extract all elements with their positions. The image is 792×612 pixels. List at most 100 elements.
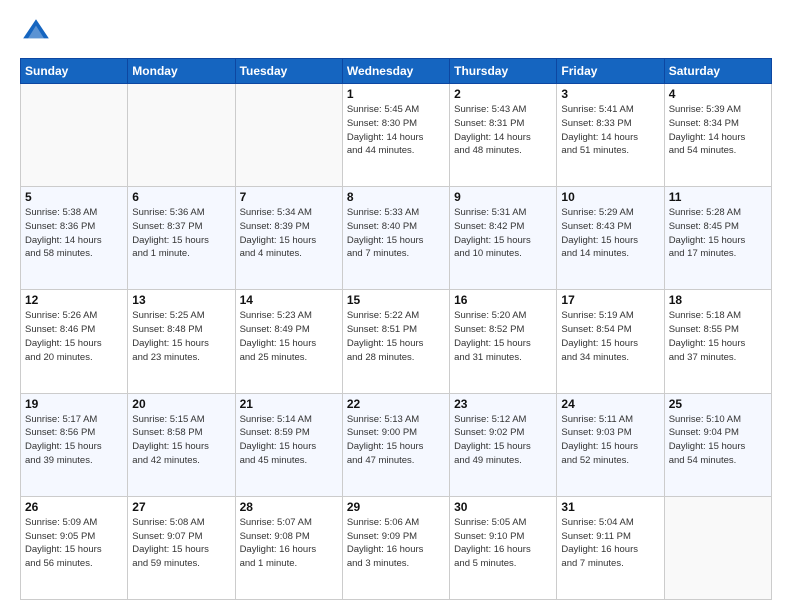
day-info: Sunrise: 5:29 AMSunset: 8:43 PMDaylight:… — [561, 206, 659, 261]
calendar-cell: 19 Sunrise: 5:17 AMSunset: 8:56 PMDayligh… — [21, 393, 128, 496]
day-info: Sunrise: 5:43 AMSunset: 8:31 PMDaylight:… — [454, 103, 552, 158]
day-number: 25 — [669, 397, 767, 411]
calendar-cell: 18 Sunrise: 5:18 AMSunset: 8:55 PMDayligh… — [664, 290, 771, 393]
calendar-cell: 30 Sunrise: 5:05 AMSunset: 9:10 PMDayligh… — [450, 496, 557, 599]
day-info: Sunrise: 5:33 AMSunset: 8:40 PMDaylight:… — [347, 206, 445, 261]
day-number: 24 — [561, 397, 659, 411]
day-number: 12 — [25, 293, 123, 307]
day-info: Sunrise: 5:38 AMSunset: 8:36 PMDaylight:… — [25, 206, 123, 261]
day-number: 13 — [132, 293, 230, 307]
day-info: Sunrise: 5:19 AMSunset: 8:54 PMDaylight:… — [561, 309, 659, 364]
day-number: 10 — [561, 190, 659, 204]
calendar-cell: 9Sunrise: 5:31 AMSunset: 8:42 PMDaylight… — [450, 187, 557, 290]
day-info: Sunrise: 5:06 AMSunset: 9:09 PMDaylight:… — [347, 516, 445, 571]
day-info: Sunrise: 5:18 AMSunset: 8:55 PMDaylight:… — [669, 309, 767, 364]
calendar-cell: 23Sunrise: 5:12 AMSunset: 9:02 PMDayligh… — [450, 393, 557, 496]
calendar-cell: 20Sunrise: 5:15 AMSunset: 8:58 PMDayligh… — [128, 393, 235, 496]
day-info: Sunrise: 5:20 AMSunset: 8:52 PMDaylight:… — [454, 309, 552, 364]
day-info: Sunrise: 5:05 AMSunset: 9:10 PMDaylight:… — [454, 516, 552, 571]
day-number: 6 — [132, 190, 230, 204]
calendar-cell — [235, 84, 342, 187]
day-info: Sunrise: 5:04 AMSunset: 9:11 PMDaylight:… — [561, 516, 659, 571]
day-header-wednesday: Wednesday — [342, 59, 449, 84]
day-info: Sunrise: 5:07 AMSunset: 9:08 PMDaylight:… — [240, 516, 338, 571]
calendar-table: SundayMondayTuesdayWednesdayThursdayFrid… — [20, 58, 772, 600]
day-info: Sunrise: 5:28 AMSunset: 8:45 PMDaylight:… — [669, 206, 767, 261]
calendar-cell: 7 Sunrise: 5:34 AMSunset: 8:39 PMDaylight… — [235, 187, 342, 290]
day-number: 16 — [454, 293, 552, 307]
day-number: 19 — [25, 397, 123, 411]
calendar-cell: 16 Sunrise: 5:20 AMSunset: 8:52 PMDayligh… — [450, 290, 557, 393]
day-number: 21 — [240, 397, 338, 411]
day-number: 30 — [454, 500, 552, 514]
calendar-cell: 1Sunrise: 5:45 AMSunset: 8:30 PMDaylight… — [342, 84, 449, 187]
day-number: 17 — [561, 293, 659, 307]
day-header-tuesday: Tuesday — [235, 59, 342, 84]
day-info: Sunrise: 5:45 AMSunset: 8:30 PMDaylight:… — [347, 103, 445, 158]
week-row-2: 5 Sunrise: 5:38 AMSunset: 8:36 PMDaylight… — [21, 187, 772, 290]
week-row-3: 12 Sunrise: 5:26 AMSunset: 8:46 PMDayligh… — [21, 290, 772, 393]
day-header-thursday: Thursday — [450, 59, 557, 84]
calendar-cell: 10 Sunrise: 5:29 AMSunset: 8:43 PMDayligh… — [557, 187, 664, 290]
calendar-cell: 21 Sunrise: 5:14 AMSunset: 8:59 PMDayligh… — [235, 393, 342, 496]
calendar-cell: 24Sunrise: 5:11 AMSunset: 9:03 PMDayligh… — [557, 393, 664, 496]
logo-icon — [20, 16, 52, 48]
day-info: Sunrise: 5:26 AMSunset: 8:46 PMDaylight:… — [25, 309, 123, 364]
day-number: 14 — [240, 293, 338, 307]
calendar-cell: 17 Sunrise: 5:19 AMSunset: 8:54 PMDayligh… — [557, 290, 664, 393]
day-info: Sunrise: 5:36 AMSunset: 8:37 PMDaylight:… — [132, 206, 230, 261]
day-info: Sunrise: 5:23 AMSunset: 8:49 PMDaylight:… — [240, 309, 338, 364]
calendar-cell: 31Sunrise: 5:04 AMSunset: 9:11 PMDayligh… — [557, 496, 664, 599]
calendar-cell — [21, 84, 128, 187]
day-number: 27 — [132, 500, 230, 514]
day-number: 29 — [347, 500, 445, 514]
day-info: Sunrise: 5:34 AMSunset: 8:39 PMDaylight:… — [240, 206, 338, 261]
day-number: 3 — [561, 87, 659, 101]
day-info: Sunrise: 5:17 AMSunset: 8:56 PMDaylight:… — [25, 413, 123, 468]
day-header-monday: Monday — [128, 59, 235, 84]
day-number: 26 — [25, 500, 123, 514]
calendar-cell: 6 Sunrise: 5:36 AMSunset: 8:37 PMDaylight… — [128, 187, 235, 290]
week-row-5: 26 Sunrise: 5:09 AMSunset: 9:05 PMDayligh… — [21, 496, 772, 599]
calendar-cell — [664, 496, 771, 599]
day-info: Sunrise: 5:09 AMSunset: 9:05 PMDaylight:… — [25, 516, 123, 571]
page: SundayMondayTuesdayWednesdayThursdayFrid… — [0, 0, 792, 612]
calendar-body: 1Sunrise: 5:45 AMSunset: 8:30 PMDaylight… — [21, 84, 772, 600]
day-info: Sunrise: 5:25 AMSunset: 8:48 PMDaylight:… — [132, 309, 230, 364]
day-number: 8 — [347, 190, 445, 204]
calendar-cell: 12 Sunrise: 5:26 AMSunset: 8:46 PMDayligh… — [21, 290, 128, 393]
day-number: 4 — [669, 87, 767, 101]
header-row: SundayMondayTuesdayWednesdayThursdayFrid… — [21, 59, 772, 84]
day-number: 7 — [240, 190, 338, 204]
calendar-cell: 27 Sunrise: 5:08 AMSunset: 9:07 PMDayligh… — [128, 496, 235, 599]
calendar-cell: 8 Sunrise: 5:33 AMSunset: 8:40 PMDaylight… — [342, 187, 449, 290]
day-info: Sunrise: 5:12 AMSunset: 9:02 PMDaylight:… — [454, 413, 552, 468]
day-header-friday: Friday — [557, 59, 664, 84]
day-number: 20 — [132, 397, 230, 411]
day-info: Sunrise: 5:39 AMSunset: 8:34 PMDaylight:… — [669, 103, 767, 158]
calendar-cell: 28 Sunrise: 5:07 AMSunset: 9:08 PMDayligh… — [235, 496, 342, 599]
calendar-cell: 11 Sunrise: 5:28 AMSunset: 8:45 PMDayligh… — [664, 187, 771, 290]
day-info: Sunrise: 5:14 AMSunset: 8:59 PMDaylight:… — [240, 413, 338, 468]
day-number: 28 — [240, 500, 338, 514]
day-number: 22 — [347, 397, 445, 411]
day-number: 18 — [669, 293, 767, 307]
calendar-cell: 5 Sunrise: 5:38 AMSunset: 8:36 PMDaylight… — [21, 187, 128, 290]
day-number: 5 — [25, 190, 123, 204]
day-info: Sunrise: 5:10 AMSunset: 9:04 PMDaylight:… — [669, 413, 767, 468]
calendar-cell: 29 Sunrise: 5:06 AMSunset: 9:09 PMDayligh… — [342, 496, 449, 599]
day-number: 15 — [347, 293, 445, 307]
day-info: Sunrise: 5:31 AMSunset: 8:42 PMDaylight:… — [454, 206, 552, 261]
day-header-sunday: Sunday — [21, 59, 128, 84]
calendar-cell: 3Sunrise: 5:41 AMSunset: 8:33 PMDaylight… — [557, 84, 664, 187]
calendar-cell: 25 Sunrise: 5:10 AMSunset: 9:04 PMDayligh… — [664, 393, 771, 496]
calendar-cell: 26 Sunrise: 5:09 AMSunset: 9:05 PMDayligh… — [21, 496, 128, 599]
calendar-cell: 14 Sunrise: 5:23 AMSunset: 8:49 PMDayligh… — [235, 290, 342, 393]
calendar-cell: 15Sunrise: 5:22 AMSunset: 8:51 PMDayligh… — [342, 290, 449, 393]
day-info: Sunrise: 5:08 AMSunset: 9:07 PMDaylight:… — [132, 516, 230, 571]
day-header-saturday: Saturday — [664, 59, 771, 84]
header — [20, 16, 772, 48]
day-number: 2 — [454, 87, 552, 101]
day-info: Sunrise: 5:13 AMSunset: 9:00 PMDaylight:… — [347, 413, 445, 468]
day-number: 11 — [669, 190, 767, 204]
